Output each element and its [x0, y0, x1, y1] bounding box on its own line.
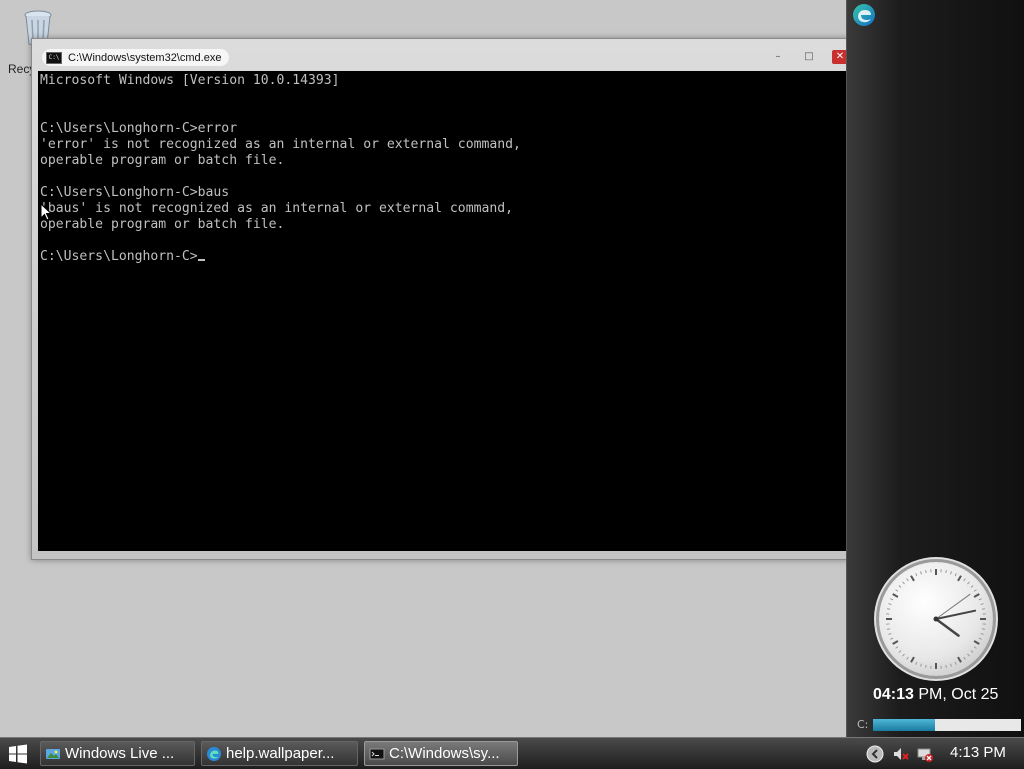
clock-tick — [958, 657, 961, 662]
window-title: C:\Windows\system32\cmd.exe — [68, 52, 221, 64]
clock-time-rest: PM, Oct 25 — [914, 686, 998, 703]
clock-tick — [890, 599, 893, 600]
clock-tick — [974, 647, 976, 649]
drive-usage-fill — [873, 719, 935, 731]
clock-tick — [946, 665, 947, 668]
clock-tick — [971, 586, 973, 588]
drive-label: C: — [857, 718, 868, 731]
drive-meter-gadget: C: — [855, 717, 1023, 733]
clock-tick — [916, 662, 917, 665]
clock-tick — [911, 576, 914, 581]
clock-tick — [893, 641, 898, 644]
clock-tick — [911, 657, 914, 662]
clock-tick — [955, 573, 956, 576]
clock-tick — [899, 586, 901, 588]
taskbar-item-label: help.wallpaper... — [226, 745, 334, 762]
clock-tick — [946, 570, 947, 573]
taskbar-item-windows-live[interactable]: Windows Live ... — [40, 741, 195, 766]
cmd-icon — [369, 746, 385, 762]
taskbar-item-edge[interactable]: help.wallpaper... — [201, 741, 358, 766]
clock-tick — [888, 634, 891, 635]
clock-tick — [964, 579, 966, 581]
clock-tick — [951, 664, 952, 667]
clock-tick — [967, 582, 969, 584]
clock-tick — [887, 629, 890, 630]
clock-tick — [890, 638, 893, 639]
clock-tick — [907, 657, 909, 659]
clock-tick — [951, 571, 952, 574]
clock-tick — [982, 629, 985, 630]
taskbar-item-label: C:\Windows\sy... — [389, 745, 500, 762]
clock-tick — [981, 604, 984, 605]
taskbar-item-cmd[interactable]: C:\Windows\sy... — [364, 741, 518, 766]
clock-tick — [958, 576, 961, 581]
edge-icon[interactable] — [851, 2, 877, 28]
clock-time-readout: 04:13 PM, Oct 25 — [873, 686, 998, 704]
console-output[interactable]: Microsoft Windows [Version 10.0.14393] C… — [38, 71, 846, 551]
photo-gallery-icon — [45, 746, 61, 762]
console-text: Microsoft Windows [Version 10.0.14393] C… — [38, 71, 846, 265]
start-button[interactable] — [8, 744, 28, 764]
clock-tick — [921, 664, 922, 667]
mouse-pointer-icon — [40, 203, 52, 221]
cmd-window[interactable]: C:\ C:\Windows\system32\cmd.exe – □ ✕ Mi… — [31, 38, 849, 560]
maximize-button[interactable]: □ — [801, 50, 817, 64]
clock-hour-hand — [936, 619, 959, 636]
title-pill: C:\ C:\Windows\system32\cmd.exe — [42, 49, 229, 66]
clock-tick — [893, 594, 898, 597]
clock-tick — [926, 665, 927, 668]
console-cursor — [198, 259, 205, 261]
clock-tick — [974, 594, 979, 597]
clock-tick — [907, 579, 909, 581]
clock-tick — [903, 582, 905, 584]
clock-tick — [979, 638, 982, 639]
clock-tick — [981, 634, 984, 635]
clock-center-pin — [934, 617, 939, 622]
clock-tick — [896, 647, 898, 649]
cmd-titlebar[interactable]: C:\ C:\Windows\system32\cmd.exe – □ ✕ — [32, 39, 848, 71]
clock-tick — [982, 609, 985, 610]
edge-icon — [206, 746, 222, 762]
clock-tick — [896, 590, 898, 592]
clock-tick — [964, 657, 966, 659]
windows-sidebar: 04:13 PM, Oct 25 C: — [846, 0, 1024, 737]
drive-usage-bar — [873, 719, 1021, 731]
clock-tick — [926, 570, 927, 573]
clock-tick — [974, 641, 979, 644]
clock-tick — [921, 571, 922, 574]
clock-tick — [899, 650, 901, 652]
clock-tick — [955, 662, 956, 665]
clock-time-bold: 04:13 — [873, 686, 914, 703]
clock-tick — [974, 590, 976, 592]
system-tray: 4:13 PM — [864, 741, 1024, 766]
analog-clock-gadget[interactable] — [879, 562, 993, 676]
show-hidden-icons-icon[interactable] — [866, 745, 884, 763]
clock-tick — [888, 604, 891, 605]
clock-tick — [887, 609, 890, 610]
clock-tick — [979, 599, 982, 600]
speaker-muted-icon[interactable] — [892, 745, 910, 763]
clock-tick — [916, 573, 917, 576]
cmd-window-icon: C:\ — [46, 52, 62, 64]
taskbar: Windows Live ... help.wallpaper... C:\Wi… — [0, 737, 1024, 769]
clock-face — [879, 562, 993, 676]
clock-tick — [967, 654, 969, 656]
minimize-button[interactable]: – — [770, 50, 786, 64]
clock-tick — [971, 650, 973, 652]
clock-tick — [903, 654, 905, 656]
taskbar-item-label: Windows Live ... — [65, 745, 174, 762]
network-error-icon[interactable] — [916, 745, 934, 763]
taskbar-clock[interactable]: 4:13 PM — [950, 744, 1006, 761]
